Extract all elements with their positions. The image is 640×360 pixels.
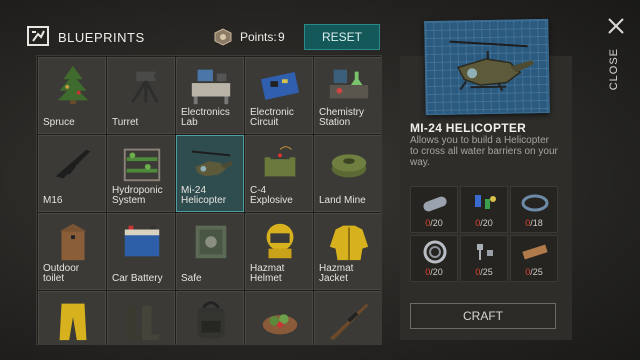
blueprint-cell[interactable]: Hazmat Jacket bbox=[314, 213, 381, 290]
blueprint-cell[interactable]: Hazmat Helmet bbox=[245, 213, 313, 290]
ingredient-slot[interactable]: 0/20 bbox=[410, 235, 458, 282]
ingredient-slot[interactable]: 0/18 bbox=[510, 186, 558, 233]
blueprint-cell[interactable] bbox=[107, 291, 175, 344]
turret-icon bbox=[131, 71, 164, 104]
car-battery-icon bbox=[124, 225, 160, 257]
blueprint-cell[interactable]: Mi-24 Helicopter bbox=[176, 135, 244, 212]
ingredient-need: /25 bbox=[480, 267, 493, 277]
blueprint-label: Safe bbox=[181, 273, 202, 284]
points-icon bbox=[214, 28, 232, 46]
blueprint-cell[interactable]: Electronics Lab bbox=[176, 57, 244, 134]
ingredient-need: /20 bbox=[480, 218, 493, 228]
blueprint-label: Electronic Circuit bbox=[250, 107, 294, 128]
blueprint-label: Outdoor toilet bbox=[43, 263, 80, 284]
ingredients-grid: 0/20 0/20 0/18 0/20 0/25 0/25 bbox=[410, 186, 558, 282]
header: BLUEPRINTS Points: 9 RESET bbox=[0, 0, 400, 56]
ingredient-need: /25 bbox=[530, 267, 543, 277]
blueprint-cell[interactable]: M16 bbox=[38, 135, 106, 212]
ingredient-slot[interactable]: 0/20 bbox=[460, 186, 508, 233]
blueprint-label: M16 bbox=[43, 195, 63, 206]
blueprint-label: Hazmat Helmet bbox=[250, 263, 285, 284]
blueprint-cell[interactable]: C-4 Explosive bbox=[245, 135, 313, 212]
blueprint-label: Electronics Lab bbox=[181, 107, 230, 128]
ingredient-count: 0/25 bbox=[461, 267, 507, 277]
bolts-icon bbox=[477, 244, 493, 260]
ingredient-need: /18 bbox=[530, 218, 543, 228]
blueprint-label: Car Battery bbox=[112, 273, 163, 284]
blueprint-cell[interactable]: Car Battery bbox=[107, 213, 175, 290]
blueprint-cell[interactable]: Spruce bbox=[38, 57, 106, 134]
ingredient-need: /20 bbox=[430, 267, 443, 277]
electronic-circuit-icon bbox=[260, 72, 300, 100]
points-label: Points: bbox=[240, 30, 277, 44]
blueprint-cell[interactable] bbox=[176, 291, 244, 344]
selected-item-name: MI-24 HELICOPTER bbox=[410, 121, 527, 135]
ingredient-count: 0/20 bbox=[411, 218, 457, 228]
chemistry-station-icon bbox=[329, 69, 369, 99]
ingredient-count: 0/18 bbox=[511, 218, 557, 228]
hydroponic-icon bbox=[123, 148, 161, 182]
hazmat-pants-icon bbox=[59, 303, 87, 341]
ingredient-slot[interactable]: 0/25 bbox=[510, 235, 558, 282]
c4-icon bbox=[264, 146, 296, 177]
close-icon[interactable] bbox=[606, 16, 626, 36]
selected-item-description: Allows you to build a Helicopter to cros… bbox=[410, 135, 558, 168]
land-mine-icon bbox=[331, 154, 367, 178]
metal-pipe-icon bbox=[423, 196, 447, 212]
helicopter-icon bbox=[191, 150, 233, 177]
boots-icon bbox=[126, 305, 160, 341]
blueprint-cell[interactable]: Land Mine bbox=[314, 135, 381, 212]
blueprint-cell[interactable]: Turret bbox=[107, 57, 175, 134]
blueprint-label: Hydroponic System bbox=[112, 185, 163, 206]
m16-icon bbox=[55, 149, 91, 179]
spruce-icon bbox=[57, 65, 89, 105]
electronics-lab-icon bbox=[191, 69, 231, 105]
backpack-icon bbox=[197, 301, 225, 339]
blueprint-label: C-4 Explosive bbox=[250, 185, 293, 206]
ingredient-count: 0/20 bbox=[411, 267, 457, 277]
blueprint-cell[interactable] bbox=[245, 291, 313, 344]
food-bowl-icon bbox=[262, 314, 298, 335]
blueprint-cell[interactable] bbox=[38, 291, 106, 344]
blueprint-label: Turret bbox=[112, 117, 139, 128]
ingredient-count: 0/20 bbox=[461, 218, 507, 228]
blueprints-grid-panel[interactable]: Spruce Turret Electronics Lab Electronic Ci… bbox=[36, 55, 382, 345]
blueprint-icon bbox=[27, 26, 49, 46]
points-value: 9 bbox=[278, 30, 285, 44]
hazmat-helmet-icon bbox=[266, 223, 294, 259]
hazmat-jacket-icon bbox=[329, 225, 369, 261]
ingredient-need: /20 bbox=[430, 218, 443, 228]
selected-item-preview bbox=[424, 18, 550, 116]
blueprint-label: Chemistry Station bbox=[319, 107, 365, 128]
blueprint-cell[interactable] bbox=[314, 291, 381, 344]
blueprint-cell[interactable]: Chemistry Station bbox=[314, 57, 381, 134]
blueprint-cell[interactable]: Hydroponic System bbox=[107, 135, 175, 212]
ingredient-slot[interactable]: 0/20 bbox=[410, 186, 458, 233]
outdoor-toilet-icon bbox=[59, 223, 87, 261]
ingredient-slot[interactable]: 0/25 bbox=[460, 235, 508, 282]
blueprints-grid: Spruce Turret Electronics Lab Electronic Ci… bbox=[38, 57, 381, 344]
page-title: BLUEPRINTS bbox=[58, 30, 145, 45]
bearing-icon bbox=[423, 240, 447, 264]
blueprint-label: Land Mine bbox=[319, 195, 366, 206]
wire-coil-icon bbox=[521, 194, 549, 212]
helicopter-preview-icon bbox=[449, 40, 534, 92]
blueprint-cell[interactable]: Outdoor toilet bbox=[38, 213, 106, 290]
sniper-rifle-icon bbox=[329, 303, 369, 341]
blueprint-label: Hazmat Jacket bbox=[319, 263, 354, 284]
reset-button[interactable]: RESET bbox=[304, 24, 380, 50]
safe-icon bbox=[195, 225, 227, 259]
blueprint-label: Spruce bbox=[43, 117, 75, 128]
blueprint-label: Mi-24 Helicopter bbox=[181, 185, 227, 206]
craft-button[interactable]: CRAFT bbox=[410, 303, 556, 329]
electronic-parts-icon bbox=[475, 195, 496, 209]
ingredient-count: 0/25 bbox=[511, 267, 557, 277]
wood-plank-icon bbox=[522, 244, 548, 260]
blueprint-cell[interactable]: Electronic Circuit bbox=[245, 57, 313, 134]
close-label[interactable]: CLOSE bbox=[608, 48, 620, 90]
blueprint-cell[interactable]: Safe bbox=[176, 213, 244, 290]
